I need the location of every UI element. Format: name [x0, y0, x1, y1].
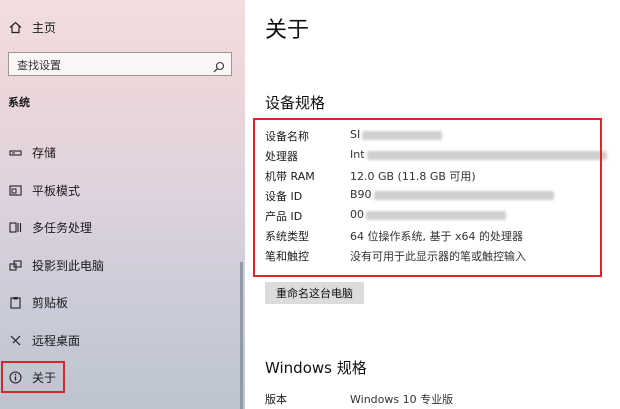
device-specs-highlight — [253, 118, 602, 277]
sidebar-item-label: 平板模式 — [32, 183, 81, 198]
sidebar-item-clipboard[interactable]: 剪贴板 — [0, 287, 245, 317]
windows-specs-heading: Windows 规格 — [265, 359, 367, 377]
sidebar-scrollbar[interactable] — [240, 262, 243, 409]
rename-pc-button[interactable]: 重命名这台电脑 — [265, 282, 364, 304]
sidebar-item-tablet[interactable]: 平板模式 — [0, 175, 245, 205]
spec-key: 版本 — [265, 393, 287, 406]
main-content: 关于 设备规格 设备名称 SI 处理器 Int 机带 RAM 12.0 GB (… — [245, 0, 620, 409]
spec-value: Windows 10 专业版 — [350, 393, 454, 406]
sidebar-item-label: 投影到此电脑 — [32, 258, 105, 273]
tablet-icon — [8, 183, 22, 197]
clipboard-icon — [8, 295, 22, 309]
remote-icon — [8, 333, 22, 347]
sidebar-item-label: 存储 — [32, 145, 57, 160]
page-title: 关于 — [265, 18, 310, 43]
search-icon[interactable] — [213, 58, 225, 73]
sidebar-item-label: 剪贴板 — [32, 295, 69, 310]
sidebar-item-label: 远程桌面 — [32, 333, 81, 348]
active-item-highlight — [1, 361, 65, 393]
sidebar: 主页 查找设置 系统 存储 平板模式 多任务处理 投影到此电脑 剪贴板 远程桌面… — [0, 0, 245, 409]
home-label: 主页 — [32, 20, 57, 35]
project-icon — [8, 258, 22, 272]
sidebar-item-multitask[interactable]: 多任务处理 — [0, 212, 245, 242]
sidebar-item-storage[interactable]: 存储 — [0, 137, 245, 167]
device-specs-heading: 设备规格 — [265, 94, 326, 112]
storage-icon — [8, 145, 22, 159]
multitask-icon — [8, 220, 22, 234]
home-icon — [8, 20, 22, 34]
sidebar-item-label: 多任务处理 — [32, 220, 93, 235]
search-input[interactable]: 查找设置 — [8, 52, 232, 76]
section-label: 系统 — [8, 96, 30, 109]
spec-row-edition: 版本 Windows 10 专业版 — [265, 389, 615, 409]
search-placeholder: 查找设置 — [17, 59, 61, 72]
home-nav-item[interactable]: 主页 — [0, 12, 245, 42]
sidebar-item-remote-desktop[interactable]: 远程桌面 — [0, 325, 245, 355]
sidebar-item-project[interactable]: 投影到此电脑 — [0, 250, 245, 280]
